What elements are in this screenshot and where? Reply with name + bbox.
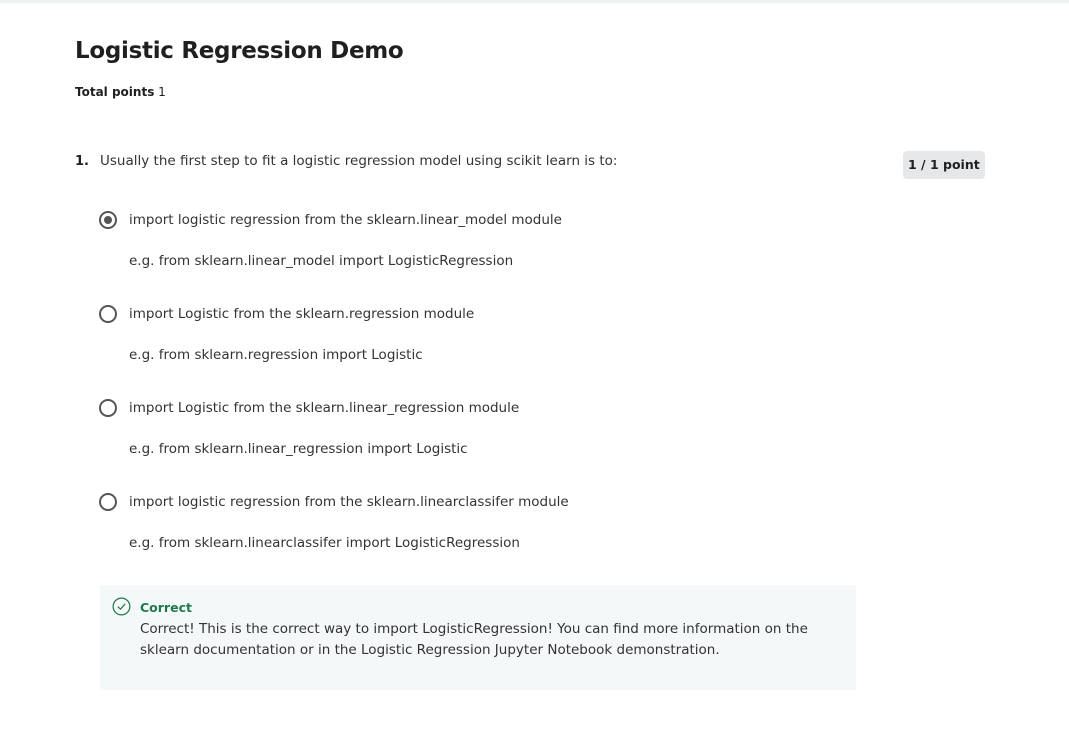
radio-button[interactable]	[99, 399, 117, 417]
radio-button-selected[interactable]	[99, 211, 117, 229]
total-points: Total points 1	[75, 85, 166, 99]
feedback-text: Correct! This is the correct way to impo…	[140, 621, 808, 658]
score-badge: 1 / 1 point	[903, 151, 985, 179]
radio-button[interactable]	[99, 493, 117, 511]
page-title: Logistic Regression Demo	[75, 38, 404, 64]
option-label: import Logistic from the sklearn.linear_…	[129, 400, 520, 416]
question-text: Usually the first step to fit a logistic…	[100, 153, 618, 169]
question-number: 1.	[75, 154, 89, 169]
top-strip	[0, 0, 1069, 3]
feedback-heading: Correct	[140, 600, 192, 615]
radio-button[interactable]	[99, 305, 117, 323]
option-description: e.g. from sklearn.regression import Logi…	[129, 347, 423, 363]
option-label: import logistic regression from the skle…	[129, 494, 569, 510]
total-points-value: 1	[158, 85, 166, 99]
option-description: e.g. from sklearn.linearclassifer import…	[129, 535, 520, 551]
option-label: import Logistic from the sklearn.regress…	[129, 306, 475, 322]
feedback-box: Correct Correct! This is the correct way…	[100, 585, 856, 690]
option-description: e.g. from sklearn.linear_model import Lo…	[129, 253, 514, 269]
option-label: import logistic regression from the skle…	[129, 212, 562, 228]
option-description: e.g. from sklearn.linear_regression impo…	[129, 441, 468, 457]
total-points-label: Total points	[75, 85, 155, 99]
check-circle-icon	[112, 597, 131, 616]
